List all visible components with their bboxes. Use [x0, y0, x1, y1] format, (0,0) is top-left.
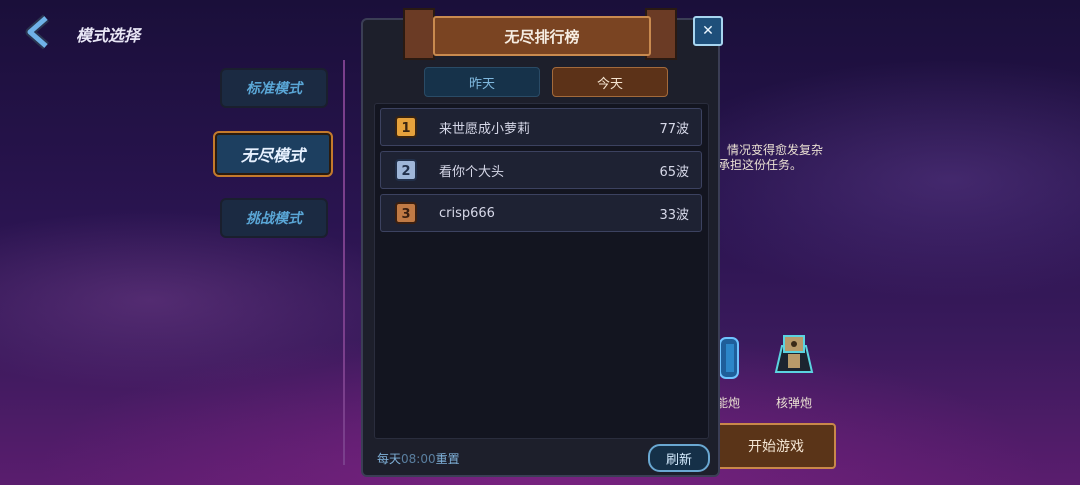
rank-3-badge-icon: 3 — [395, 202, 417, 224]
description-line-1: 情况变得愈发复杂 — [727, 143, 824, 157]
rank-1-badge-icon: 1 — [395, 116, 417, 138]
player-name: 来世愿成小萝莉 — [439, 121, 531, 137]
tab-yesterday[interactable]: 昨天 — [424, 67, 540, 97]
rank-number: 2 — [401, 164, 410, 179]
reset-suffix: 重置 — [435, 452, 460, 466]
rank-number: 3 — [401, 207, 410, 222]
refresh-button[interactable]: 刷新 — [648, 444, 710, 472]
player-score: 77波 — [659, 121, 689, 137]
challenge-mode-button[interactable]: 挑战模式 — [220, 198, 328, 238]
player-score: 65波 — [659, 164, 689, 180]
leaderboard-row[interactable]: 3 crisp666 33波 — [380, 194, 702, 232]
leaderboard-row[interactable]: 1 来世愿成小萝莉 77波 — [380, 108, 702, 146]
tab-today[interactable]: 今天 — [552, 67, 668, 97]
rank-2-badge-icon: 2 — [395, 159, 417, 181]
start-game-button[interactable]: 开始游戏 — [716, 423, 836, 469]
weapon-label-nuke: 核弹炮 — [776, 396, 813, 410]
player-score: 33波 — [659, 207, 689, 223]
leaderboard-row[interactable]: 2 看你个大头 65波 — [380, 151, 702, 189]
reset-time: 08:00 — [401, 452, 436, 466]
nuke-cannon-icon[interactable] — [772, 332, 816, 384]
standard-mode-button[interactable]: 标准模式 — [220, 68, 328, 108]
reset-prefix: 每天 — [377, 452, 402, 466]
rank-number: 1 — [401, 121, 410, 136]
leaderboard-title: 无尽排行榜 — [433, 16, 651, 56]
player-name: 看你个大头 — [439, 164, 505, 180]
close-icon: ✕ — [702, 23, 714, 39]
mode-description: 情况变得愈发复杂 承担这份任务。 — [718, 143, 823, 173]
reset-time-note: 每天08:00重置 — [377, 450, 460, 467]
header-decoration-left — [403, 8, 435, 60]
chevron-left-icon — [25, 14, 49, 50]
divider — [343, 60, 345, 465]
player-name: crisp666 — [439, 205, 495, 221]
endless-mode-button[interactable]: 无尽模式 — [213, 131, 333, 177]
leaderboard-header: 无尽排行榜 — [403, 6, 677, 60]
back-button[interactable] — [22, 14, 58, 50]
description-line-2: 承担这份任务。 — [718, 158, 803, 172]
close-button[interactable]: ✕ — [693, 16, 723, 46]
page-title: 模式选择 — [76, 26, 141, 45]
